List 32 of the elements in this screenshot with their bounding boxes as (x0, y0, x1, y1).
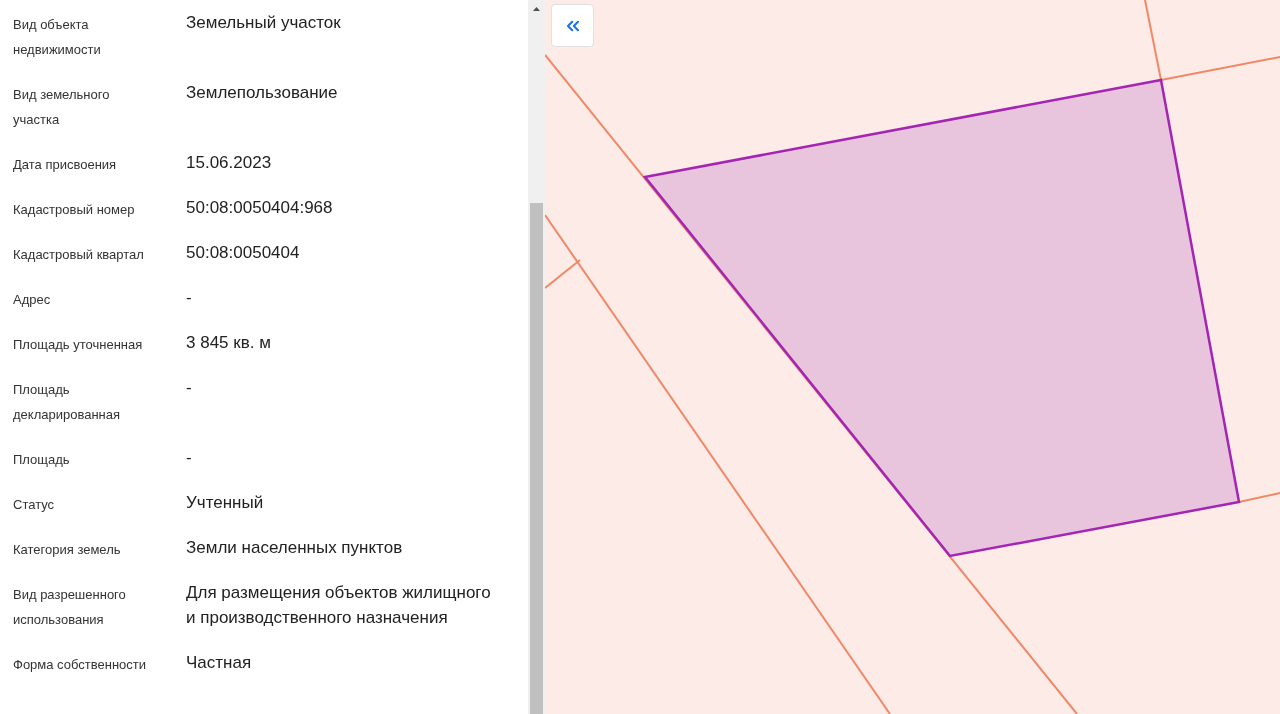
field-label: Дата присвоения (13, 156, 118, 174)
field-label: Адрес (13, 291, 52, 309)
field-value: 50:08:0050404 (186, 242, 301, 264)
field-value: Для размещения объектов жилищного и производственного назначения (186, 582, 492, 629)
selected-parcel[interactable] (642, 78, 1241, 558)
field-value: - (186, 447, 193, 469)
field-value: 15.06.2023 (186, 152, 273, 174)
scroll-up-icon[interactable] (533, 7, 540, 11)
field-label: Форма собственности (13, 656, 148, 674)
field-value: 50:08:0050404:968 (186, 197, 334, 219)
scrollbar-thumb[interactable] (530, 203, 543, 714)
field-label: Площадь уточненная (13, 336, 144, 354)
field-label: Площадь декларированная (13, 381, 122, 424)
field-label: Кадастровый квартал (13, 246, 145, 264)
field-label: Кадастровый номер (13, 201, 136, 219)
field-label: Вид земельного участка (13, 86, 111, 129)
field-label: Статус (13, 496, 56, 514)
field-value: - (186, 377, 193, 399)
field-label: Вид разрешенного использования (13, 586, 127, 629)
field-value: Частная (186, 652, 253, 674)
field-label: Категория земель (13, 541, 122, 559)
field-value: - (186, 287, 193, 309)
field-label: Площадь (13, 451, 71, 469)
field-value: Учтенный (186, 492, 265, 514)
collapse-panel-button[interactable] (551, 4, 594, 47)
field-label: Вид объекта недвижимости (13, 16, 102, 59)
parcel-boundary-line (1238, 492, 1280, 503)
field-value: Землепользование (186, 82, 339, 104)
field-value: Земельный участок (186, 12, 342, 34)
field-value: Земли населенных пунктов (186, 537, 404, 559)
scrollbar[interactable] (528, 0, 545, 714)
field-value: 3 845 кв. м (186, 332, 272, 354)
